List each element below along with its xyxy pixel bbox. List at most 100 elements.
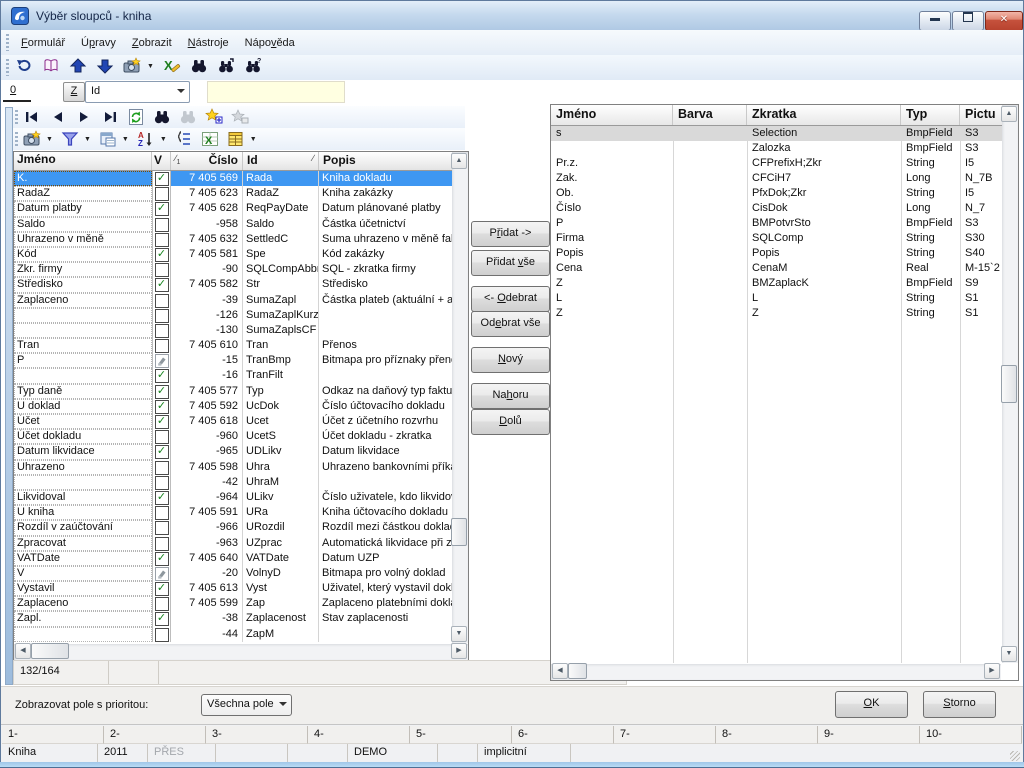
add-button[interactable]: Přidat -> <box>471 221 550 247</box>
table-row[interactable]: Vystavil✓7 405 613VystUživatel, který vy… <box>14 581 452 596</box>
menu-item[interactable]: Zobrazit <box>124 34 180 52</box>
new-button[interactable]: Nový <box>471 347 550 373</box>
cell-visible-checkbox[interactable] <box>152 505 171 520</box>
sort-dropdown-icon[interactable]: ▼ <box>160 136 167 143</box>
cell-visible-checkbox[interactable]: ✓ <box>152 399 171 414</box>
cell-visible-checkbox[interactable]: ✓ <box>152 384 171 399</box>
vertical-scroll-thumb[interactable] <box>1001 365 1017 403</box>
camera-icon[interactable] <box>123 57 141 75</box>
undo-icon[interactable] <box>15 57 33 75</box>
table-row[interactable]: Datum platby✓7 405 628ReqPayDateDatum pl… <box>14 201 452 216</box>
scroll-up-icon[interactable]: ▲ <box>1001 106 1017 122</box>
restore-button[interactable] <box>952 11 984 31</box>
minimize-button[interactable] <box>919 11 951 31</box>
filter-dropdown-icon[interactable]: ▼ <box>84 136 91 143</box>
book-icon[interactable] <box>42 57 60 75</box>
search-input[interactable] <box>207 81 345 103</box>
sort-az-icon[interactable]: AZ <box>137 130 155 148</box>
scroll-right-icon[interactable]: ▶ <box>451 643 467 659</box>
form-dropdown-icon[interactable]: ▼ <box>122 136 129 143</box>
table-row[interactable]: Zkr. firmy-90SQLCompAbbrSQL - zkratka fi… <box>14 262 452 277</box>
column-header-pictu[interactable]: Pictu <box>960 105 1002 125</box>
cell-visible-checkbox[interactable]: ✓ <box>152 444 171 459</box>
z-button[interactable]: Z <box>63 82 85 102</box>
table-row[interactable]: V-20VolnyDBitmapa pro volný doklad <box>14 566 452 581</box>
table-row[interactable]: P-15TranBmpBitmapa pro příznaky přenos <box>14 353 452 368</box>
cell-visible-checkbox[interactable]: ✓ <box>152 277 171 292</box>
table-row[interactable]: PBMPotvrStoBmpFieldS3 <box>551 216 1002 231</box>
first-record-icon[interactable] <box>23 108 41 126</box>
table-row[interactable]: -126SumaZaplKurz <box>14 308 452 323</box>
table-row[interactable]: U doklad✓7 405 592UcDokČíslo účtovacího … <box>14 399 452 414</box>
table-row[interactable]: ✓-16TranFilt <box>14 368 452 383</box>
table-row[interactable]: VATDate✓7 405 640VATDateDatum UZP <box>14 551 452 566</box>
column-header-jmeno[interactable]: Jméno <box>551 105 673 125</box>
table-row[interactable]: Likvidoval✓-964ULikvČíslo uživatele, kdo… <box>14 490 452 505</box>
toolbar-grip[interactable] <box>15 110 18 124</box>
copy-record-icon-disabled[interactable] <box>231 108 249 126</box>
tab-0[interactable]: 0 <box>10 84 16 96</box>
table-row[interactable]: Tran7 405 610TranPřenos <box>14 338 452 353</box>
table-row[interactable]: Zak.CFCiH7LongN_7B <box>551 171 1002 186</box>
table-row[interactable]: Datum likvidace✓-965UDLikvDatum likvidac… <box>14 444 452 459</box>
move-up-button[interactable]: Nahoru <box>471 383 550 409</box>
cancel-button[interactable]: Storno <box>923 691 996 718</box>
table-row[interactable]: -44ZapM <box>14 627 452 642</box>
horizontal-scroll-thumb[interactable] <box>568 663 587 679</box>
cell-visible-checkbox[interactable] <box>152 596 171 611</box>
camera-icon[interactable] <box>23 130 41 148</box>
find-next-icon-disabled[interactable] <box>179 108 197 126</box>
cell-visible-checkbox[interactable] <box>152 460 171 475</box>
scroll-down-icon[interactable]: ▼ <box>1001 646 1017 662</box>
table-row[interactable]: Účet dokladu-960UcetSÚčet dokladu - zkra… <box>14 429 452 444</box>
table-row[interactable]: ZZStringS1 <box>551 306 1002 321</box>
menu-item[interactable]: Nástroje <box>180 34 237 52</box>
toolbar-grip[interactable] <box>6 34 9 51</box>
find-question-icon[interactable]: ? <box>244 57 262 75</box>
table-row[interactable]: Saldo-958SaldoČástka účetnictví <box>14 217 452 232</box>
cell-visible-checkbox[interactable]: ✓ <box>152 611 171 626</box>
cell-visible-checkbox[interactable] <box>152 536 171 551</box>
group-list-icon[interactable] <box>175 130 193 148</box>
cell-visible-checkbox[interactable] <box>152 323 171 338</box>
table-dropdown-icon[interactable]: ▼ <box>250 136 257 143</box>
cell-visible-checkbox[interactable] <box>152 217 171 232</box>
cell-visible-checkbox[interactable] <box>152 429 171 444</box>
column-header-barva[interactable]: Barva <box>673 105 747 125</box>
table-row[interactable]: FirmaSQLCompStringS30 <box>551 231 1002 246</box>
ok-button[interactable]: OK <box>835 691 908 718</box>
cell-visible-checkbox[interactable] <box>152 338 171 353</box>
table-row[interactable]: Zpracovat-963UZpracAutomatická likvidace… <box>14 536 452 551</box>
excel-export-icon[interactable]: X <box>201 130 219 148</box>
field-selector-combo[interactable]: Id <box>85 81 190 103</box>
cell-visible-checkbox[interactable] <box>152 627 171 642</box>
priority-combo[interactable]: Všechna pole <box>201 694 292 716</box>
table-row[interactable]: Pr.z.CFPrefixH;ZkrStringI5 <box>551 156 1002 171</box>
remove-button[interactable]: <- Odebrat <box>471 286 550 312</box>
filter-icon[interactable] <box>61 130 79 148</box>
horizontal-scrollbar[interactable] <box>551 664 1001 680</box>
add-record-icon[interactable] <box>205 108 223 126</box>
cell-visible-checkbox[interactable] <box>152 293 171 308</box>
toolbar-grip[interactable] <box>15 132 18 146</box>
table-row[interactable]: Zapl.✓-38ZaplacenostStav zaplacenosti <box>14 611 452 626</box>
table-row[interactable]: sSelectionBmpFieldS3 <box>551 126 1002 141</box>
table-row[interactable]: CenaCenaMRealM-15`2 <box>551 261 1002 276</box>
table-row[interactable]: -130SumaZaplsCF <box>14 323 452 338</box>
cell-visible-checkbox[interactable]: ✓ <box>152 171 171 186</box>
scroll-right-icon[interactable]: ▶ <box>984 663 1000 679</box>
cell-visible-checkbox[interactable]: ✓ <box>152 414 171 429</box>
cell-visible-checkbox[interactable]: ✓ <box>152 368 171 383</box>
column-header-cislo[interactable]: ∕1Číslo <box>171 152 243 170</box>
remove-all-button[interactable]: Odebrat vše <box>471 311 550 337</box>
cell-visible-checkbox[interactable]: ✓ <box>152 201 171 216</box>
cell-visible-checkbox[interactable] <box>152 520 171 535</box>
add-all-button[interactable]: Přidat vše <box>471 250 550 276</box>
table-row[interactable]: RadaZ7 405 623RadaZKniha zakázky <box>14 186 452 201</box>
table-row[interactable]: LLStringS1 <box>551 291 1002 306</box>
scroll-down-icon[interactable]: ▼ <box>451 626 467 642</box>
table-row[interactable]: Uhrazeno v měně7 405 632SettledCSuma uhr… <box>14 232 452 247</box>
cell-visible-checkbox[interactable] <box>152 353 171 368</box>
table-row[interactable]: Účet✓7 405 618UcetÚčet z účetního rozvrh… <box>14 414 452 429</box>
table-row[interactable]: Rozdíl v zaúčtování-966URozdilRozdíl mez… <box>14 520 452 535</box>
